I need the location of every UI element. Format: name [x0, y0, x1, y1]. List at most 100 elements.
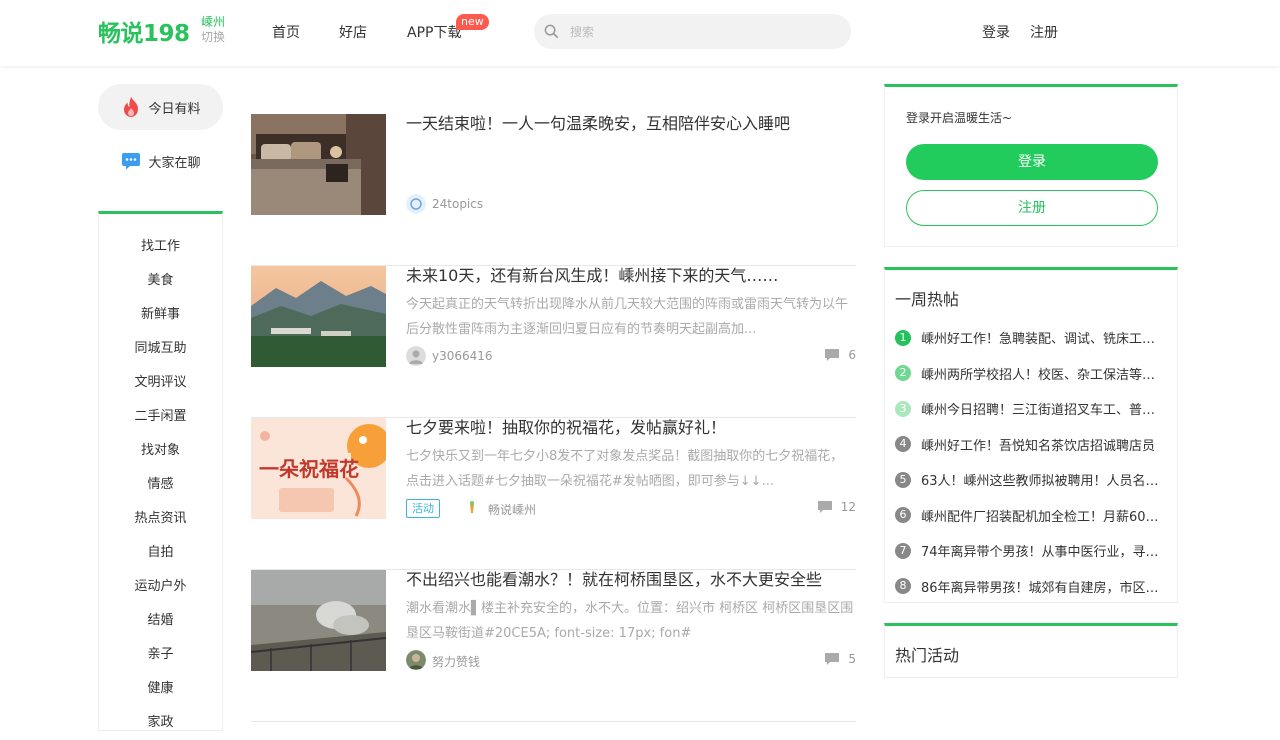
hot-list-item[interactable]: 5 63人！嵊州这些教师拟被聘用！人员名单公布 — [895, 462, 1165, 498]
feed-post[interactable]: 不出绍兴也能看潮水？！就在柯桥围垦区，水不大更安全些 潮水看潮水▌楼主补充安全的… — [251, 570, 856, 722]
nav-home[interactable]: 首页 — [272, 22, 300, 42]
top-header: 畅说198 嵊州 切换 首页 好店 APP下载 new 登录 注册 — [0, 0, 1280, 66]
author-name[interactable]: 努力赞钱 — [432, 653, 480, 670]
rank-badge: 3 — [895, 400, 911, 417]
author-name[interactable]: y3066416 — [432, 349, 493, 363]
search-icon[interactable] — [544, 24, 559, 39]
rank-badge: 2 — [895, 365, 911, 382]
comment-count[interactable]: 12 — [817, 500, 856, 514]
comment-icon — [817, 501, 832, 513]
author-name[interactable]: 24topics — [432, 197, 483, 211]
category-item[interactable]: 家政 — [99, 706, 222, 740]
post-thumbnail-tide[interactable] — [251, 570, 386, 671]
login-panel: 登录开启温暖生活~ 登录 注册 — [884, 84, 1178, 247]
comment-count[interactable]: 6 — [824, 348, 856, 362]
register-button[interactable]: 注册 — [906, 190, 1158, 226]
city-switch-link[interactable]: 切换 — [201, 30, 231, 45]
hot-list-item-title: 86年离异带男孩！城郊有自建房，市区有房 — [921, 580, 1161, 596]
category-item[interactable]: 结婚 — [99, 604, 222, 638]
chat-bubble-icon — [120, 150, 142, 172]
feed-post[interactable]: 一天结束啦！一人一句温柔晚安，互相陪伴安心入睡吧 24topics — [251, 114, 856, 266]
rank-badge: 6 — [895, 507, 911, 524]
category-item[interactable]: 同城互助 — [99, 332, 222, 366]
category-panel: 找工作 美食 新鲜事 同城互助 文明评议 二手闲置 找对象 情感 热点资讯 自拍… — [98, 211, 223, 731]
post-meta: 24topics — [406, 194, 856, 214]
hot-list-item-title: 74年离异带个男孩！从事中医行业，寻有缘人 — [921, 545, 1161, 561]
rank-badge: 8 — [895, 578, 911, 595]
header-register-link[interactable]: 注册 — [1030, 22, 1058, 42]
category-item[interactable]: 热点资讯 — [99, 502, 222, 536]
category-item[interactable]: 健康 — [99, 672, 222, 706]
new-badge: new — [456, 14, 489, 30]
category-item[interactable]: 二手闲置 — [99, 400, 222, 434]
post-title[interactable]: 一天结束啦！一人一句温柔晚安，互相陪伴安心入睡吧 — [406, 114, 856, 134]
hot-list-item-title: 嵊州今日招聘！三江街道招叉车工、普工等 — [921, 403, 1161, 419]
category-item[interactable]: 找对象 — [99, 434, 222, 468]
nav-shops[interactable]: 好店 — [339, 22, 367, 42]
author-avatar[interactable] — [406, 650, 426, 670]
category-item[interactable]: 找工作 — [99, 230, 222, 264]
city-name[interactable]: 嵊州 — [201, 15, 231, 30]
city-selector[interactable]: 嵊州 切换 — [201, 15, 231, 45]
hot-list-item[interactable]: 4 嵊州好工作！吾悦知名茶饮店招诚聘店员 — [895, 427, 1165, 463]
login-hint: 登录开启温暖生活~ — [906, 111, 1013, 125]
hot-activity-title: 热门活动 — [895, 646, 960, 665]
search-box[interactable] — [534, 14, 851, 49]
category-item[interactable]: 美食 — [99, 264, 222, 298]
author-avatar[interactable] — [406, 346, 426, 366]
post-meta: y3066416 6 — [406, 346, 856, 366]
login-button[interactable]: 登录 — [906, 144, 1158, 180]
comment-count[interactable]: 5 — [824, 652, 856, 666]
logo-text[interactable]: 畅说198 — [98, 14, 190, 48]
nav-app-download[interactable]: APP下载 — [407, 22, 461, 42]
hot-activity-panel: 热门活动 — [884, 623, 1178, 678]
hot-list-item[interactable]: 3 嵊州今日招聘！三江街道招叉车工、普工等 — [895, 391, 1165, 427]
sidebar-pill-label: 今日有料 — [148, 101, 201, 117]
author-name[interactable]: 畅说嵊州 — [488, 501, 536, 518]
post-title[interactable]: 未来10天，还有新台风生成！嵊州接下来的天气…… — [406, 266, 856, 286]
feed-post[interactable]: 一朵祝福花 七夕要来啦！抽取你的祝福花，发帖赢好礼！ 七夕快乐又到一年七夕小8发… — [251, 418, 856, 570]
post-title[interactable]: 七夕要来啦！抽取你的祝福花，发帖赢好礼！ — [406, 418, 856, 438]
rank-badge: 1 — [895, 329, 911, 346]
hot-list-item[interactable]: 8 86年离异带男孩！城郊有自建房，市区有房 — [895, 569, 1165, 605]
weekly-hot-panel: 一周热帖 1 嵊州好工作！急聘装配、调试、铣床工人，月薪 2 嵊州两所学校招人！校医、… — [884, 267, 1178, 603]
search-input[interactable] — [570, 14, 840, 49]
hot-list-item[interactable]: 7 74年离异带个男孩！从事中医行业，寻有缘人 — [895, 533, 1165, 569]
category-item[interactable]: 文明评议 — [99, 366, 222, 400]
post-thumbnail-mountains[interactable] — [251, 266, 386, 367]
comment-count-value: 6 — [848, 348, 856, 362]
hot-list-item-title: 嵊州两所学校招人！校医、杂工保洁等岗位 — [921, 367, 1161, 383]
header-login-link[interactable]: 登录 — [982, 22, 1010, 42]
rank-badge: 5 — [895, 471, 911, 488]
post-excerpt: 今天起真正的天气转折出现降水从前几天较大范围的阵雨或雷雨天气转为以午后分散性雷阵… — [406, 297, 849, 337]
hot-list-item-title: 嵊州好工作！吾悦知名茶饮店招诚聘店员 — [921, 438, 1156, 454]
category-item[interactable]: 情感 — [99, 468, 222, 502]
hot-list-item-title: 嵊州配件厂招装配机加全检工！月薪6000+ — [921, 509, 1161, 525]
author-avatar[interactable] — [406, 194, 426, 214]
post-tag[interactable]: 活动 — [406, 499, 440, 518]
post-title[interactable]: 不出绍兴也能看潮水？！就在柯桥围垦区，水不大更安全些 — [406, 570, 856, 590]
category-item[interactable]: 自拍 — [99, 536, 222, 570]
comment-icon — [825, 349, 840, 361]
rank-badge: 7 — [895, 542, 911, 559]
site-logo[interactable]: 畅说198 — [98, 14, 190, 48]
feed-post[interactable]: 未来10天，还有新台风生成！嵊州接下来的天气…… 今天起真正的天气转折出现降水从… — [251, 266, 856, 418]
fire-icon — [120, 96, 142, 118]
post-meta: 努力赞钱 5 — [406, 650, 856, 670]
hot-list-item[interactable]: 2 嵊州两所学校招人！校医、杂工保洁等岗位 — [895, 356, 1165, 392]
hot-list-item[interactable]: 6 嵊州配件厂招装配机加全检工！月薪6000+ — [895, 498, 1165, 534]
post-thumbnail-bedroom[interactable] — [251, 114, 386, 215]
hot-list-item[interactable]: 1 嵊州好工作！急聘装配、调试、铣床工人，月薪 — [895, 320, 1165, 356]
author-avatar[interactable] — [462, 498, 482, 518]
category-item[interactable]: 新鲜事 — [99, 298, 222, 332]
category-item[interactable]: 亲子 — [99, 638, 222, 672]
post-meta: 活动 畅说嵊州 12 — [406, 498, 856, 518]
category-item[interactable]: 运动户外 — [99, 570, 222, 604]
post-thumbnail-qixi[interactable]: 一朵祝福花 — [251, 418, 386, 519]
hot-list: 1 嵊州好工作！急聘装配、调试、铣床工人，月薪 2 嵊州两所学校招人！校医、杂工保洁等… — [895, 320, 1165, 604]
hot-list-item-title: 63人！嵊州这些教师拟被聘用！人员名单公布 — [921, 474, 1161, 490]
sidebar-pill-today[interactable]: 今日有料 — [98, 84, 223, 130]
svg-text:一朵祝福花: 一朵祝福花 — [259, 457, 359, 481]
sidebar-pill-chat[interactable]: 大家在聊 — [98, 138, 223, 184]
comment-icon — [825, 653, 840, 665]
